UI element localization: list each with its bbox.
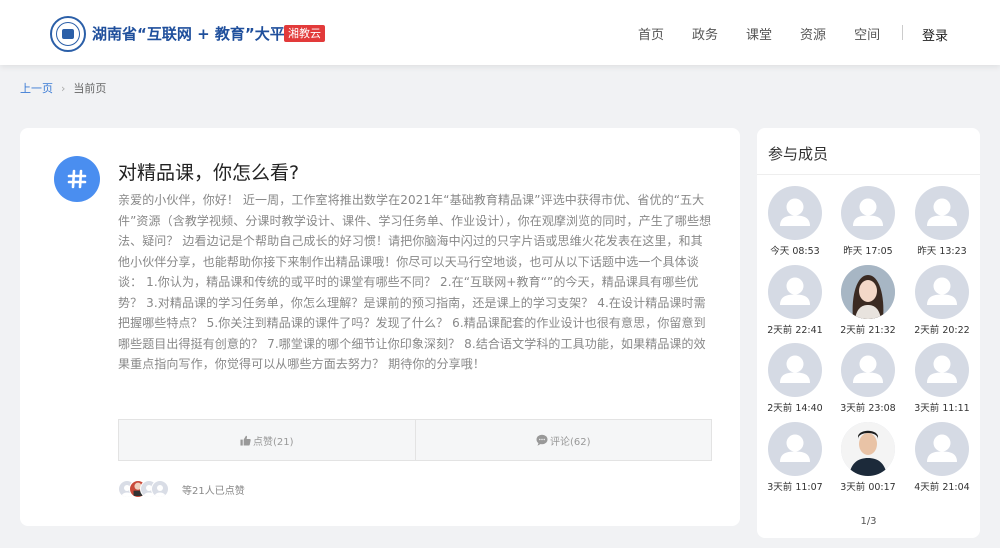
nav-classroom[interactable]: 课堂: [746, 24, 772, 43]
user-avatar-icon: [915, 343, 969, 397]
main-nav: 首页 政务 课堂 资源 空间: [638, 24, 908, 43]
like-count-label: 点赞(21): [252, 436, 294, 448]
member-time: 2天前 21:32: [840, 325, 896, 336]
breadcrumb: 上一页 › 当前页: [20, 80, 106, 96]
logo-tag: 湘教云: [284, 25, 325, 42]
user-avatar-icon: [915, 422, 969, 476]
user-avatar-icon: [768, 422, 822, 476]
member-time: 2天前 20:22: [914, 325, 970, 336]
hashtag-icon: [54, 156, 100, 202]
member-item[interactable]: 3天前 11:11: [905, 343, 979, 414]
likers-count-text: 等21人已点赞: [182, 485, 245, 497]
user-avatar-icon: [915, 265, 969, 319]
member-item[interactable]: 3天前 00:17: [831, 422, 905, 493]
nav-resources[interactable]: 资源: [800, 24, 826, 43]
member-item[interactable]: 4天前 21:04: [905, 422, 979, 493]
user-avatar-icon: [841, 343, 895, 397]
panel-divider: [757, 174, 980, 175]
nav-government[interactable]: 政务: [692, 24, 718, 43]
member-item[interactable]: 2天前 22:41: [758, 265, 832, 336]
user-avatar-icon: [151, 480, 169, 498]
member-time: 3天前 23:08: [840, 403, 896, 414]
member-item[interactable]: 3天前 11:07: [758, 422, 832, 493]
user-avatar-icon: [915, 186, 969, 240]
member-item[interactable]: 今天 08:53: [758, 186, 832, 257]
logo-emblem-icon[interactable]: [50, 16, 86, 52]
member-time: 3天前 11:11: [914, 403, 970, 414]
breadcrumb-prev-link[interactable]: 上一页: [20, 80, 53, 96]
topic-card: 对精品课，你怎么看? 亲爱的小伙伴，你好！ 近一周，工作室将推出数学在2021年…: [20, 128, 740, 526]
topic-title: 对精品课，你怎么看?: [118, 162, 300, 184]
members-panel: 参与成员 今天 08:53 昨天 17:05 昨天 13:23 2天前 22:41 2天…: [757, 128, 980, 538]
member-time: 今天 08:53: [770, 246, 820, 257]
member-photo-avatar: [841, 265, 895, 319]
breadcrumb-current: 当前页: [73, 82, 107, 95]
user-avatar-icon: [768, 265, 822, 319]
member-item[interactable]: 2天前 20:22: [905, 265, 979, 336]
top-header: 湖南省“互联网 + 教育”大平台 湘教云 首页 政务 课堂 资源 空间 登录: [0, 0, 1000, 65]
member-item[interactable]: 2天前 14:40: [758, 343, 832, 414]
thumbs-up-icon: [240, 435, 251, 446]
nav-home[interactable]: 首页: [638, 24, 664, 43]
user-avatar-icon: [768, 186, 822, 240]
member-time: 4天前 21:04: [914, 482, 970, 493]
member-item[interactable]: 昨天 13:23: [905, 186, 979, 257]
member-item[interactable]: 昨天 17:05: [831, 186, 905, 257]
member-time: 3天前 00:17: [840, 482, 896, 493]
member-item[interactable]: 3天前 23:08: [831, 343, 905, 414]
member-time: 2天前 22:41: [767, 325, 823, 336]
comment-bubble-icon: [536, 434, 548, 446]
member-time: 3天前 11:07: [767, 482, 823, 493]
member-time: 2天前 14:40: [767, 403, 823, 414]
action-bar: 点赞(21) 评论(62): [118, 419, 712, 461]
member-item[interactable]: 2天前 21:32: [831, 265, 905, 336]
nav-space[interactable]: 空间: [854, 24, 880, 43]
topic-body: 亲爱的小伙伴，你好！ 近一周，工作室将推出数学在2021年“基础教育精品课”评选…: [118, 193, 712, 371]
user-avatar-icon: [768, 343, 822, 397]
login-button[interactable]: 登录: [922, 25, 948, 44]
member-photo-avatar: [841, 422, 895, 476]
logo-text[interactable]: 湖南省“互联网 + 教育”大平台: [92, 23, 300, 44]
comment-button[interactable]: 评论(62): [414, 420, 712, 460]
user-avatar-icon: [841, 186, 895, 240]
member-time: 昨天 17:05: [843, 246, 893, 257]
like-button[interactable]: 点赞(21): [119, 420, 415, 460]
members-pager[interactable]: 1/3: [757, 516, 980, 527]
member-time: 昨天 13:23: [917, 246, 967, 257]
nav-divider: [902, 25, 903, 40]
likers-row[interactable]: 等21人已点赞: [118, 480, 245, 498]
comment-count-label: 评论(62): [549, 436, 591, 448]
chevron-right-icon: ›: [61, 81, 66, 95]
members-panel-title: 参与成员: [768, 145, 829, 163]
